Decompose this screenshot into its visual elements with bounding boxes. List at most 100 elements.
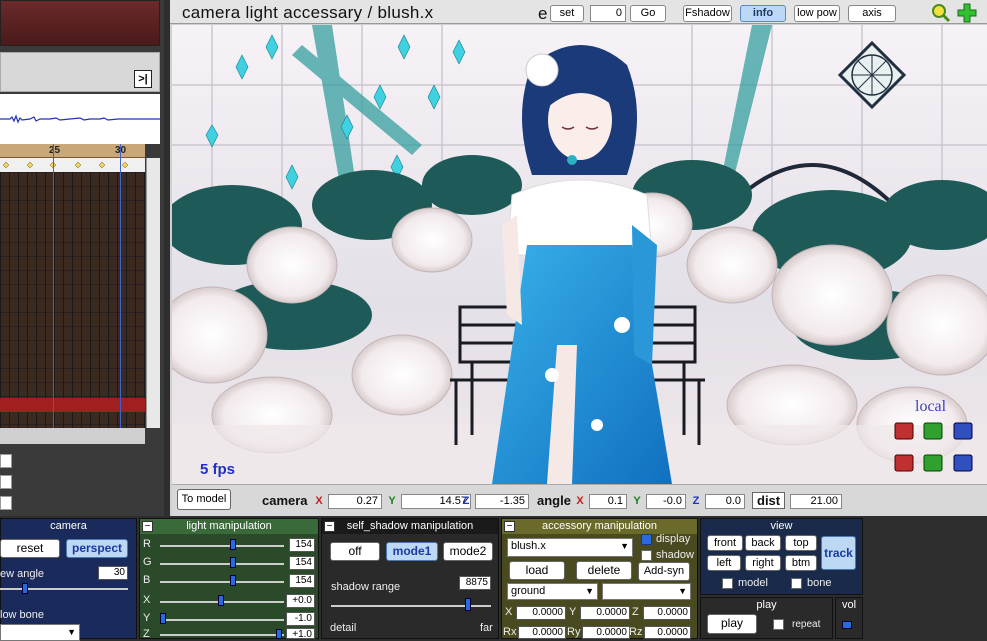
light-x-value[interactable]: +0.0: [286, 594, 315, 608]
shadow-range-knob[interactable]: [465, 598, 471, 611]
view-front-button[interactable]: front: [707, 535, 743, 551]
play-button[interactable]: play: [707, 614, 757, 634]
bone-select[interactable]: ground ▼: [507, 583, 598, 600]
keyframe-grid[interactable]: [0, 172, 145, 428]
shadow-mode1-button[interactable]: mode1: [386, 542, 438, 561]
camera-reset-button[interactable]: reset: [0, 539, 60, 558]
view-right-button[interactable]: right: [745, 555, 781, 571]
dist-field[interactable]: 21.00: [790, 494, 842, 509]
acc-x-label: X: [505, 606, 513, 618]
lowpow-button[interactable]: low pow: [794, 5, 840, 22]
acc-rx-field[interactable]: 0.0000: [518, 626, 566, 639]
shadow-range-value[interactable]: 8875: [459, 576, 491, 590]
collapse-button[interactable]: >|: [134, 70, 152, 88]
timeline-box[interactable]: [0, 454, 12, 468]
timeline-hscrollbar[interactable]: [0, 428, 145, 444]
light-g-slider[interactable]: [160, 563, 284, 565]
follow-bone-select[interactable]: ▼: [0, 624, 80, 641]
volume-knob[interactable]: [842, 621, 852, 629]
frame-input[interactable]: 0: [590, 5, 626, 22]
move-icon[interactable]: [957, 3, 977, 26]
light-y-slider[interactable]: [160, 619, 284, 621]
sub-bone-select[interactable]: ▼: [602, 583, 691, 600]
acc-rz-field[interactable]: 0.0000: [644, 626, 691, 639]
viewport-title: camera light accessary / blush.x: [182, 3, 434, 22]
chevron-down-icon: ▼: [67, 627, 76, 637]
collapse-icon[interactable]: −: [142, 521, 153, 532]
view-btm-button[interactable]: btm: [785, 555, 817, 571]
accessory-panel-title: accessory manipulation: [502, 519, 697, 534]
shadow-mode2-button[interactable]: mode2: [443, 542, 493, 561]
local-mode-label[interactable]: local: [915, 398, 946, 416]
light-g-value[interactable]: 154: [289, 556, 315, 570]
collapse-icon[interactable]: −: [324, 521, 335, 532]
light-x-knob[interactable]: [218, 595, 224, 606]
selected-row[interactable]: [0, 398, 145, 412]
bone-select-value: ground: [511, 585, 546, 597]
zoom-icon[interactable]: [931, 3, 951, 26]
acc-x-field[interactable]: 0.0000: [516, 606, 566, 620]
light-y-value[interactable]: -1.0: [286, 612, 315, 626]
light-z-value[interactable]: +1.0: [286, 628, 315, 640]
set-button[interactable]: set: [550, 5, 584, 22]
add-syn-button[interactable]: Add-syn: [638, 562, 690, 581]
accessory-delete-button[interactable]: delete: [576, 561, 632, 580]
axis-button[interactable]: axis: [848, 5, 896, 22]
display-checkbox[interactable]: [641, 534, 652, 545]
view-angle-slider[interactable]: [0, 588, 128, 590]
fshadow-button[interactable]: Fshadow: [683, 5, 732, 22]
light-panel-title: light manipulation: [140, 519, 318, 534]
timeline-box[interactable]: [0, 496, 12, 510]
light-b-slider[interactable]: [160, 581, 284, 583]
light-b-value[interactable]: 154: [289, 574, 315, 588]
to-model-button[interactable]: To model: [177, 489, 231, 510]
view-back-button[interactable]: back: [745, 535, 781, 551]
view-bone-checkbox[interactable]: [791, 578, 802, 589]
acc-ry-field[interactable]: 0.0000: [582, 626, 630, 639]
acc-z-label: Z: [632, 606, 639, 618]
acc-y-label: Y: [569, 606, 577, 618]
light-r-value[interactable]: 154: [289, 538, 315, 552]
light-r-knob[interactable]: [230, 539, 236, 550]
repeat-label: repeat: [792, 619, 821, 630]
angle-y-field[interactable]: -0.0: [646, 494, 686, 509]
angle-z-field[interactable]: 0.0: [705, 494, 745, 509]
go-button[interactable]: Go: [630, 5, 666, 22]
view-angle-knob[interactable]: [22, 583, 28, 594]
view-top-button[interactable]: top: [785, 535, 817, 551]
light-y-knob[interactable]: [160, 613, 166, 624]
angle-y-label: Y: [633, 495, 641, 507]
camera-x-field[interactable]: 0.27: [328, 494, 382, 509]
light-r-slider[interactable]: [160, 545, 284, 547]
shadow-off-button[interactable]: off: [330, 542, 380, 561]
view-left-button[interactable]: left: [707, 555, 741, 571]
light-g-knob[interactable]: [230, 557, 236, 568]
light-y-label: Y: [143, 612, 151, 624]
view-track-button[interactable]: track: [821, 536, 856, 570]
3d-viewport[interactable]: [172, 25, 987, 484]
timeline-box[interactable]: [0, 475, 12, 489]
accessory-select[interactable]: blush.x ▼: [507, 538, 633, 557]
acc-rz-label: Rz: [629, 626, 643, 638]
angle-x-field[interactable]: 0.1: [589, 494, 627, 509]
view-angle-field[interactable]: 30: [98, 566, 128, 580]
audio-waveform: [0, 94, 160, 144]
keyframe-row: [0, 158, 145, 172]
repeat-checkbox[interactable]: [773, 619, 784, 630]
info-button[interactable]: info: [740, 5, 786, 22]
light-z-knob[interactable]: [276, 629, 282, 639]
light-b-knob[interactable]: [230, 575, 236, 586]
shadow-checkbox[interactable]: [641, 550, 652, 561]
acc-y-field[interactable]: 0.0000: [580, 606, 630, 620]
light-z-slider[interactable]: [160, 634, 284, 636]
perspective-button[interactable]: perspect: [66, 539, 128, 558]
light-z-label: Z: [143, 628, 150, 640]
collapse-icon[interactable]: −: [504, 521, 515, 532]
shadow-far-label: far: [480, 622, 493, 634]
acc-z-field[interactable]: 0.0000: [643, 606, 691, 620]
light-r-label: R: [143, 538, 151, 550]
view-model-checkbox[interactable]: [722, 578, 733, 589]
camera-z-field[interactable]: -1.35: [475, 494, 529, 509]
accessory-load-button[interactable]: load: [509, 561, 565, 580]
timeline-scrollbar[interactable]: [146, 158, 160, 428]
